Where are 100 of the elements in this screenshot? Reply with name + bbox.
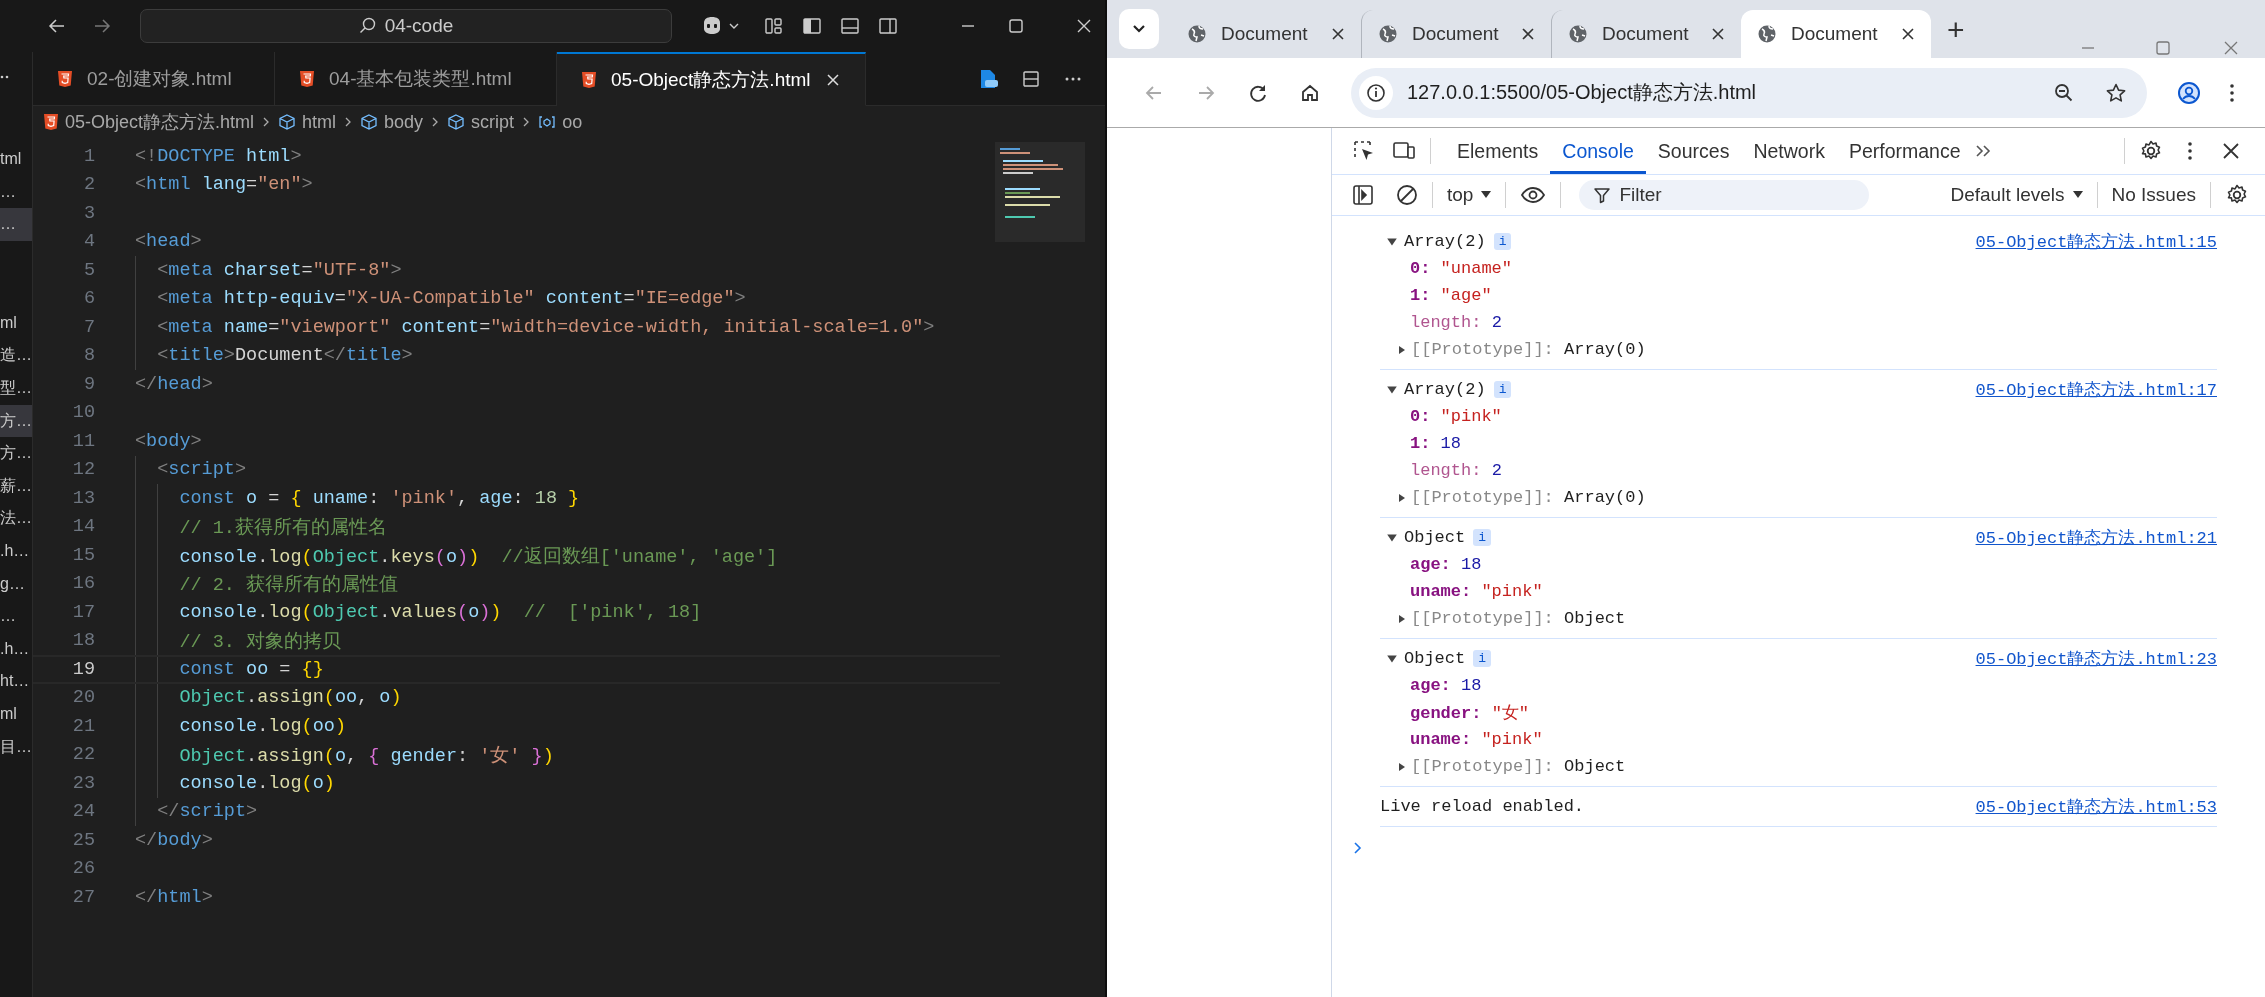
filter-field[interactable]: Filter (1579, 180, 1870, 210)
line-number: 23 (71, 772, 95, 794)
zoom-icon[interactable] (2053, 81, 2075, 104)
code-line: <meta charset="UTF-8"> (156, 259, 402, 281)
object-summary[interactable]: Object (1404, 649, 1466, 668)
close-icon[interactable] (1711, 27, 1725, 41)
expand-arrow-icon[interactable] (1397, 492, 1407, 503)
source-link[interactable]: 05-Object静态方法.html:15 (1975, 230, 2217, 253)
maximize-icon[interactable] (1006, 16, 1026, 36)
close-icon[interactable] (1901, 27, 1915, 41)
close-icon[interactable] (1331, 27, 1345, 41)
explorer-item[interactable]: tml (0, 143, 32, 176)
object-summary[interactable]: Object (1404, 528, 1466, 547)
explorer-item[interactable]: .h… (0, 632, 32, 666)
editor-tab[interactable]: 04-基本包装类型.html (275, 52, 557, 106)
line-number: 2 (82, 174, 95, 196)
devtools-tab[interactable]: Performance (1836, 128, 1973, 174)
explorer-item[interactable]: 方… (0, 404, 32, 438)
expand-arrow-icon[interactable] (1386, 531, 1398, 544)
sidebar-toggle-icon[interactable] (1352, 184, 1374, 206)
source-link[interactable]: 05-Object静态方法.html:23 (1975, 647, 2217, 670)
code-line: const oo = {} (178, 658, 324, 680)
breadcrumb-item[interactable]: body (384, 111, 424, 133)
star-icon[interactable] (2105, 81, 2127, 104)
html-file-icon (43, 113, 59, 131)
explorer-item[interactable]: ht… (0, 665, 32, 698)
issues-counter[interactable]: No Issues (2111, 184, 2196, 206)
explorer-item[interactable]: .h… (0, 534, 32, 568)
line-number: 25 (71, 829, 95, 851)
browser-tab[interactable]: Document (1551, 10, 1741, 58)
explorer-item[interactable]: 型… (0, 371, 32, 405)
object-property: 1: 18 (1410, 434, 1461, 453)
close-icon[interactable] (1521, 27, 1535, 41)
log-levels-dropdown[interactable]: Default levels (1950, 184, 2083, 206)
line-number: 24 (71, 801, 95, 823)
editor-tab[interactable]: 05-Object静态方法.html (557, 52, 866, 106)
explorer-item[interactable]: 造… (0, 339, 32, 372)
profile-icon[interactable] (2177, 80, 2201, 105)
breadcrumb-item[interactable]: 05-Object静态方法.html (65, 110, 255, 134)
explorer-item[interactable]: 薪… (0, 469, 32, 503)
prompt-icon[interactable] (1352, 841, 1364, 855)
browser-tab[interactable]: Document (1361, 10, 1551, 58)
source-link[interactable]: 05-Object静态方法.html:21 (1975, 526, 2217, 549)
expand-arrow-icon[interactable] (1386, 652, 1398, 665)
explorer-item[interactable]: ml (0, 306, 32, 340)
split-editor-icon[interactable] (1021, 68, 1041, 89)
new-tab-button[interactable]: + (1947, 12, 1965, 48)
devtools-tab[interactable]: Elements (1445, 128, 1551, 174)
close-icon[interactable] (824, 71, 841, 88)
browser-tab[interactable]: Document (1171, 10, 1361, 58)
search-icon (358, 17, 377, 35)
explorer-item[interactable]: 方… (0, 437, 32, 470)
prototype-property[interactable]: [[Prototype]]: Array(0) (1411, 340, 1646, 359)
source-link[interactable]: 05-Object静态方法.html:53 (1975, 795, 2217, 818)
devtools-tab[interactable]: Console (1550, 128, 1646, 174)
expand-arrow-icon[interactable] (1397, 761, 1407, 772)
prototype-property[interactable]: [[Prototype]]: Object (1411, 609, 1626, 628)
expand-arrow-icon[interactable] (1386, 383, 1398, 396)
line-number: 3 (82, 202, 95, 224)
expand-arrow-icon[interactable] (1386, 235, 1398, 248)
devtools-tab[interactable]: Sources (1645, 128, 1742, 174)
explorer-item[interactable]: 法… (0, 502, 32, 535)
prototype-property[interactable]: [[Prototype]]: Object (1411, 757, 1626, 776)
object-summary[interactable]: Array(2) (1404, 232, 1486, 251)
address-bar[interactable]: 127.0.0.1:5500/05-Object静态方法.html (1351, 67, 2147, 118)
info-badge: i (1473, 650, 1492, 667)
breadcrumb-item[interactable]: oo (562, 111, 583, 133)
explorer-item[interactable]: … (0, 600, 32, 633)
globe-icon (1757, 24, 1777, 44)
object-property: length: 2 (1410, 313, 1502, 332)
explorer-item[interactable]: 目… (0, 730, 32, 764)
panel-toggle-icon[interactable] (840, 16, 860, 36)
browser-tab[interactable]: Document (1741, 10, 1931, 58)
explorer-item[interactable]: … (0, 175, 32, 209)
customize-layout-icon[interactable] (764, 16, 784, 36)
context-selector[interactable]: top (1447, 184, 1492, 206)
command-center-search[interactable]: 04-code (140, 9, 672, 43)
breadcrumb-item[interactable]: script (471, 111, 515, 133)
explorer-item[interactable]: … (0, 208, 32, 241)
secondary-sidebar-icon[interactable] (878, 16, 898, 36)
explorer-item[interactable]: ml (0, 697, 32, 731)
devtools-tab[interactable]: Network (1741, 128, 1837, 174)
editor-tab[interactable]: 02-创建对象.html (33, 52, 275, 106)
sidebar-toggle-icon[interactable] (802, 16, 822, 36)
prototype-property[interactable]: [[Prototype]]: Array(0) (1411, 488, 1646, 507)
code-line: console.log(Object.values(o)) // ['pink', 18] (178, 601, 702, 623)
info-icon[interactable] (1359, 75, 1393, 110)
code-line: <!DOCTYPE html> (135, 145, 302, 167)
expand-arrow-icon[interactable] (1397, 344, 1407, 355)
object-property: length: 2 (1410, 461, 1502, 480)
object-property: 0: "pink" (1410, 407, 1502, 426)
source-link[interactable]: 05-Object静态方法.html:17 (1975, 378, 2217, 401)
expand-arrow-icon[interactable] (1397, 613, 1407, 624)
breadcrumb-item[interactable]: html (302, 111, 337, 133)
clear-console-icon[interactable] (1396, 184, 1418, 206)
object-summary[interactable]: Array(2) (1404, 380, 1486, 399)
caret-icon (2072, 191, 2083, 199)
more-icon[interactable] (0, 74, 10, 80)
close-icon[interactable] (2221, 141, 2241, 161)
explorer-item[interactable]: g… (0, 567, 32, 601)
